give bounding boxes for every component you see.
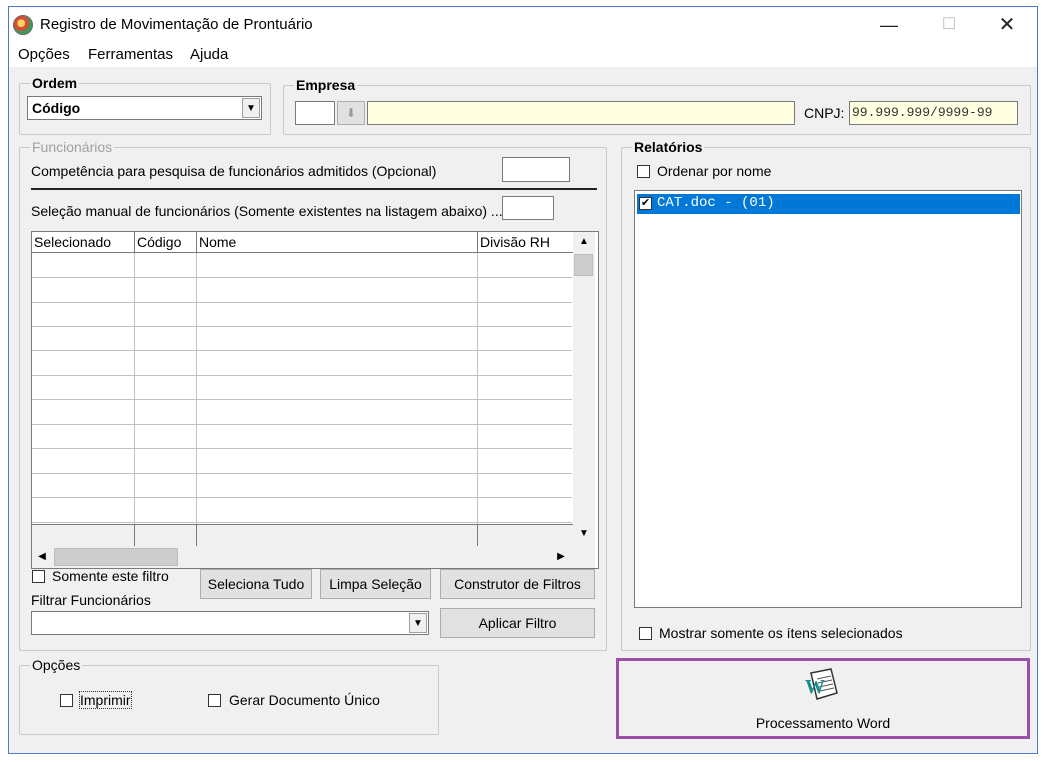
grid-footer-row xyxy=(32,524,573,546)
grid-row-line xyxy=(32,302,572,303)
aplicar-filtro-button[interactable]: Aplicar Filtro xyxy=(440,608,595,638)
imprimir-checkbox[interactable] xyxy=(60,694,73,707)
menu-ajuda[interactable]: Ajuda xyxy=(190,46,228,63)
mostrar-selecionados-label: Mostrar somente os ítens selecionados xyxy=(659,625,903,641)
empresa-name-field[interactable] xyxy=(367,101,795,125)
ordem-select[interactable]: Código ▼ xyxy=(27,96,262,120)
funcionarios-legend: Funcionários xyxy=(32,139,113,155)
column-header-selecionado[interactable]: Selecionado xyxy=(32,232,135,253)
empresa-legend: Empresa xyxy=(296,77,356,93)
minimize-button[interactable]: — xyxy=(861,7,917,43)
list-item-checkbox[interactable]: ✔ xyxy=(639,197,652,210)
menu-bar: Opções Ferramentas Ajuda xyxy=(9,43,1037,67)
title-bar: Registro de Movimentação de Prontuário —… xyxy=(9,7,1037,43)
ordem-legend: Ordem xyxy=(32,75,78,91)
close-button[interactable]: ✕ xyxy=(979,7,1035,43)
limpa-selecao-button[interactable]: Limpa Seleção xyxy=(320,569,431,599)
column-header-nome[interactable]: Nome xyxy=(197,232,478,253)
list-item-label: CAT.doc - (01) xyxy=(657,195,775,211)
column-header-codigo[interactable]: Código xyxy=(135,232,197,253)
selecao-input[interactable] xyxy=(502,196,554,220)
construtor-filtros-button[interactable]: Construtor de Filtros xyxy=(440,569,595,599)
funcionarios-grid[interactable]: Selecionado Código Nome Divisão RH ▲ ▼ ◀ xyxy=(31,231,599,569)
ordem-select-value: Código xyxy=(32,100,81,116)
scroll-thumb[interactable] xyxy=(54,548,178,566)
download-arrow-icon: ⬇ xyxy=(345,106,357,120)
chevron-down-icon[interactable]: ▼ xyxy=(242,98,260,118)
cnpj-field[interactable]: 99.999.999/9999-99 xyxy=(849,101,1018,125)
separator xyxy=(31,188,597,190)
seleciona-tudo-button[interactable]: Seleciona Tudo xyxy=(200,569,312,599)
footer-divider xyxy=(477,525,478,546)
svg-text:W: W xyxy=(805,676,825,698)
ordenar-nome-checkbox[interactable] xyxy=(637,165,650,178)
main-window: Registro de Movimentação de Prontuário —… xyxy=(8,6,1038,754)
scroll-thumb[interactable] xyxy=(574,254,593,276)
footer-divider xyxy=(196,525,197,546)
grid-row-line xyxy=(32,424,572,425)
grid-horizontal-scrollbar[interactable]: ◀ ▶ xyxy=(32,546,595,568)
scroll-down-arrow-icon[interactable]: ▼ xyxy=(574,524,594,544)
ordenar-nome-label: Ordenar por nome xyxy=(657,163,772,179)
cnpj-label: CNPJ: xyxy=(804,105,845,121)
grid-row-line xyxy=(32,497,572,498)
processamento-word-label: Processamento Word xyxy=(755,715,891,731)
grid-row-line xyxy=(32,473,572,474)
grid-row-line xyxy=(32,448,572,449)
list-item[interactable]: ✔ CAT.doc - (01) xyxy=(637,194,1020,214)
column-header-divisao-rh[interactable]: Divisão RH xyxy=(478,232,574,253)
gerar-documento-label: Gerar Documento Único xyxy=(229,692,380,708)
selecao-label: Seleção manual de funcionários (Somente … xyxy=(31,203,503,219)
somente-filtro-label: Somente este filtro xyxy=(52,568,169,584)
menu-ferramentas[interactable]: Ferramentas xyxy=(88,46,173,63)
grid-vertical-scrollbar[interactable]: ▲ ▼ xyxy=(573,232,595,546)
menu-opcoes[interactable]: Opções xyxy=(18,46,70,63)
maximize-button[interactable]: ☐ xyxy=(921,7,977,43)
grid-row-line xyxy=(32,350,572,351)
grid-row-line xyxy=(32,277,572,278)
relatorios-legend: Relatórios xyxy=(634,139,703,155)
grid-row-line xyxy=(32,522,572,523)
imprimir-label: Imprimir xyxy=(79,691,132,709)
relatorios-list[interactable]: ✔ CAT.doc - (01) xyxy=(634,190,1022,608)
filtrar-label: Filtrar Funcionários xyxy=(31,592,151,608)
opcoes-legend: Opções xyxy=(32,657,81,673)
competencia-label: Competência para pesquisa de funcionário… xyxy=(31,163,437,179)
empresa-lookup-button[interactable]: ⬇ xyxy=(337,101,365,125)
somente-filtro-checkbox[interactable] xyxy=(32,570,45,583)
word-document-icon: W xyxy=(801,667,845,707)
scroll-up-arrow-icon[interactable]: ▲ xyxy=(574,232,594,252)
grid-row-line xyxy=(32,326,572,327)
window-title: Registro de Movimentação de Prontuário xyxy=(40,16,313,33)
competencia-input[interactable] xyxy=(502,157,570,182)
processamento-word-button[interactable]: W Processamento Word xyxy=(616,658,1030,739)
mostrar-selecionados-checkbox[interactable] xyxy=(639,627,652,640)
empresa-code-input[interactable] xyxy=(295,101,335,125)
grid-row-line xyxy=(32,399,572,400)
chevron-down-icon[interactable]: ▼ xyxy=(409,613,427,633)
scroll-left-arrow-icon[interactable]: ◀ xyxy=(32,547,52,567)
grid-row-line xyxy=(32,375,572,376)
scroll-right-arrow-icon[interactable]: ▶ xyxy=(551,547,571,567)
footer-divider xyxy=(134,525,135,546)
filtrar-funcionarios-select[interactable]: ▼ xyxy=(31,611,429,635)
app-icon xyxy=(13,15,33,35)
gerar-documento-checkbox[interactable] xyxy=(208,694,221,707)
